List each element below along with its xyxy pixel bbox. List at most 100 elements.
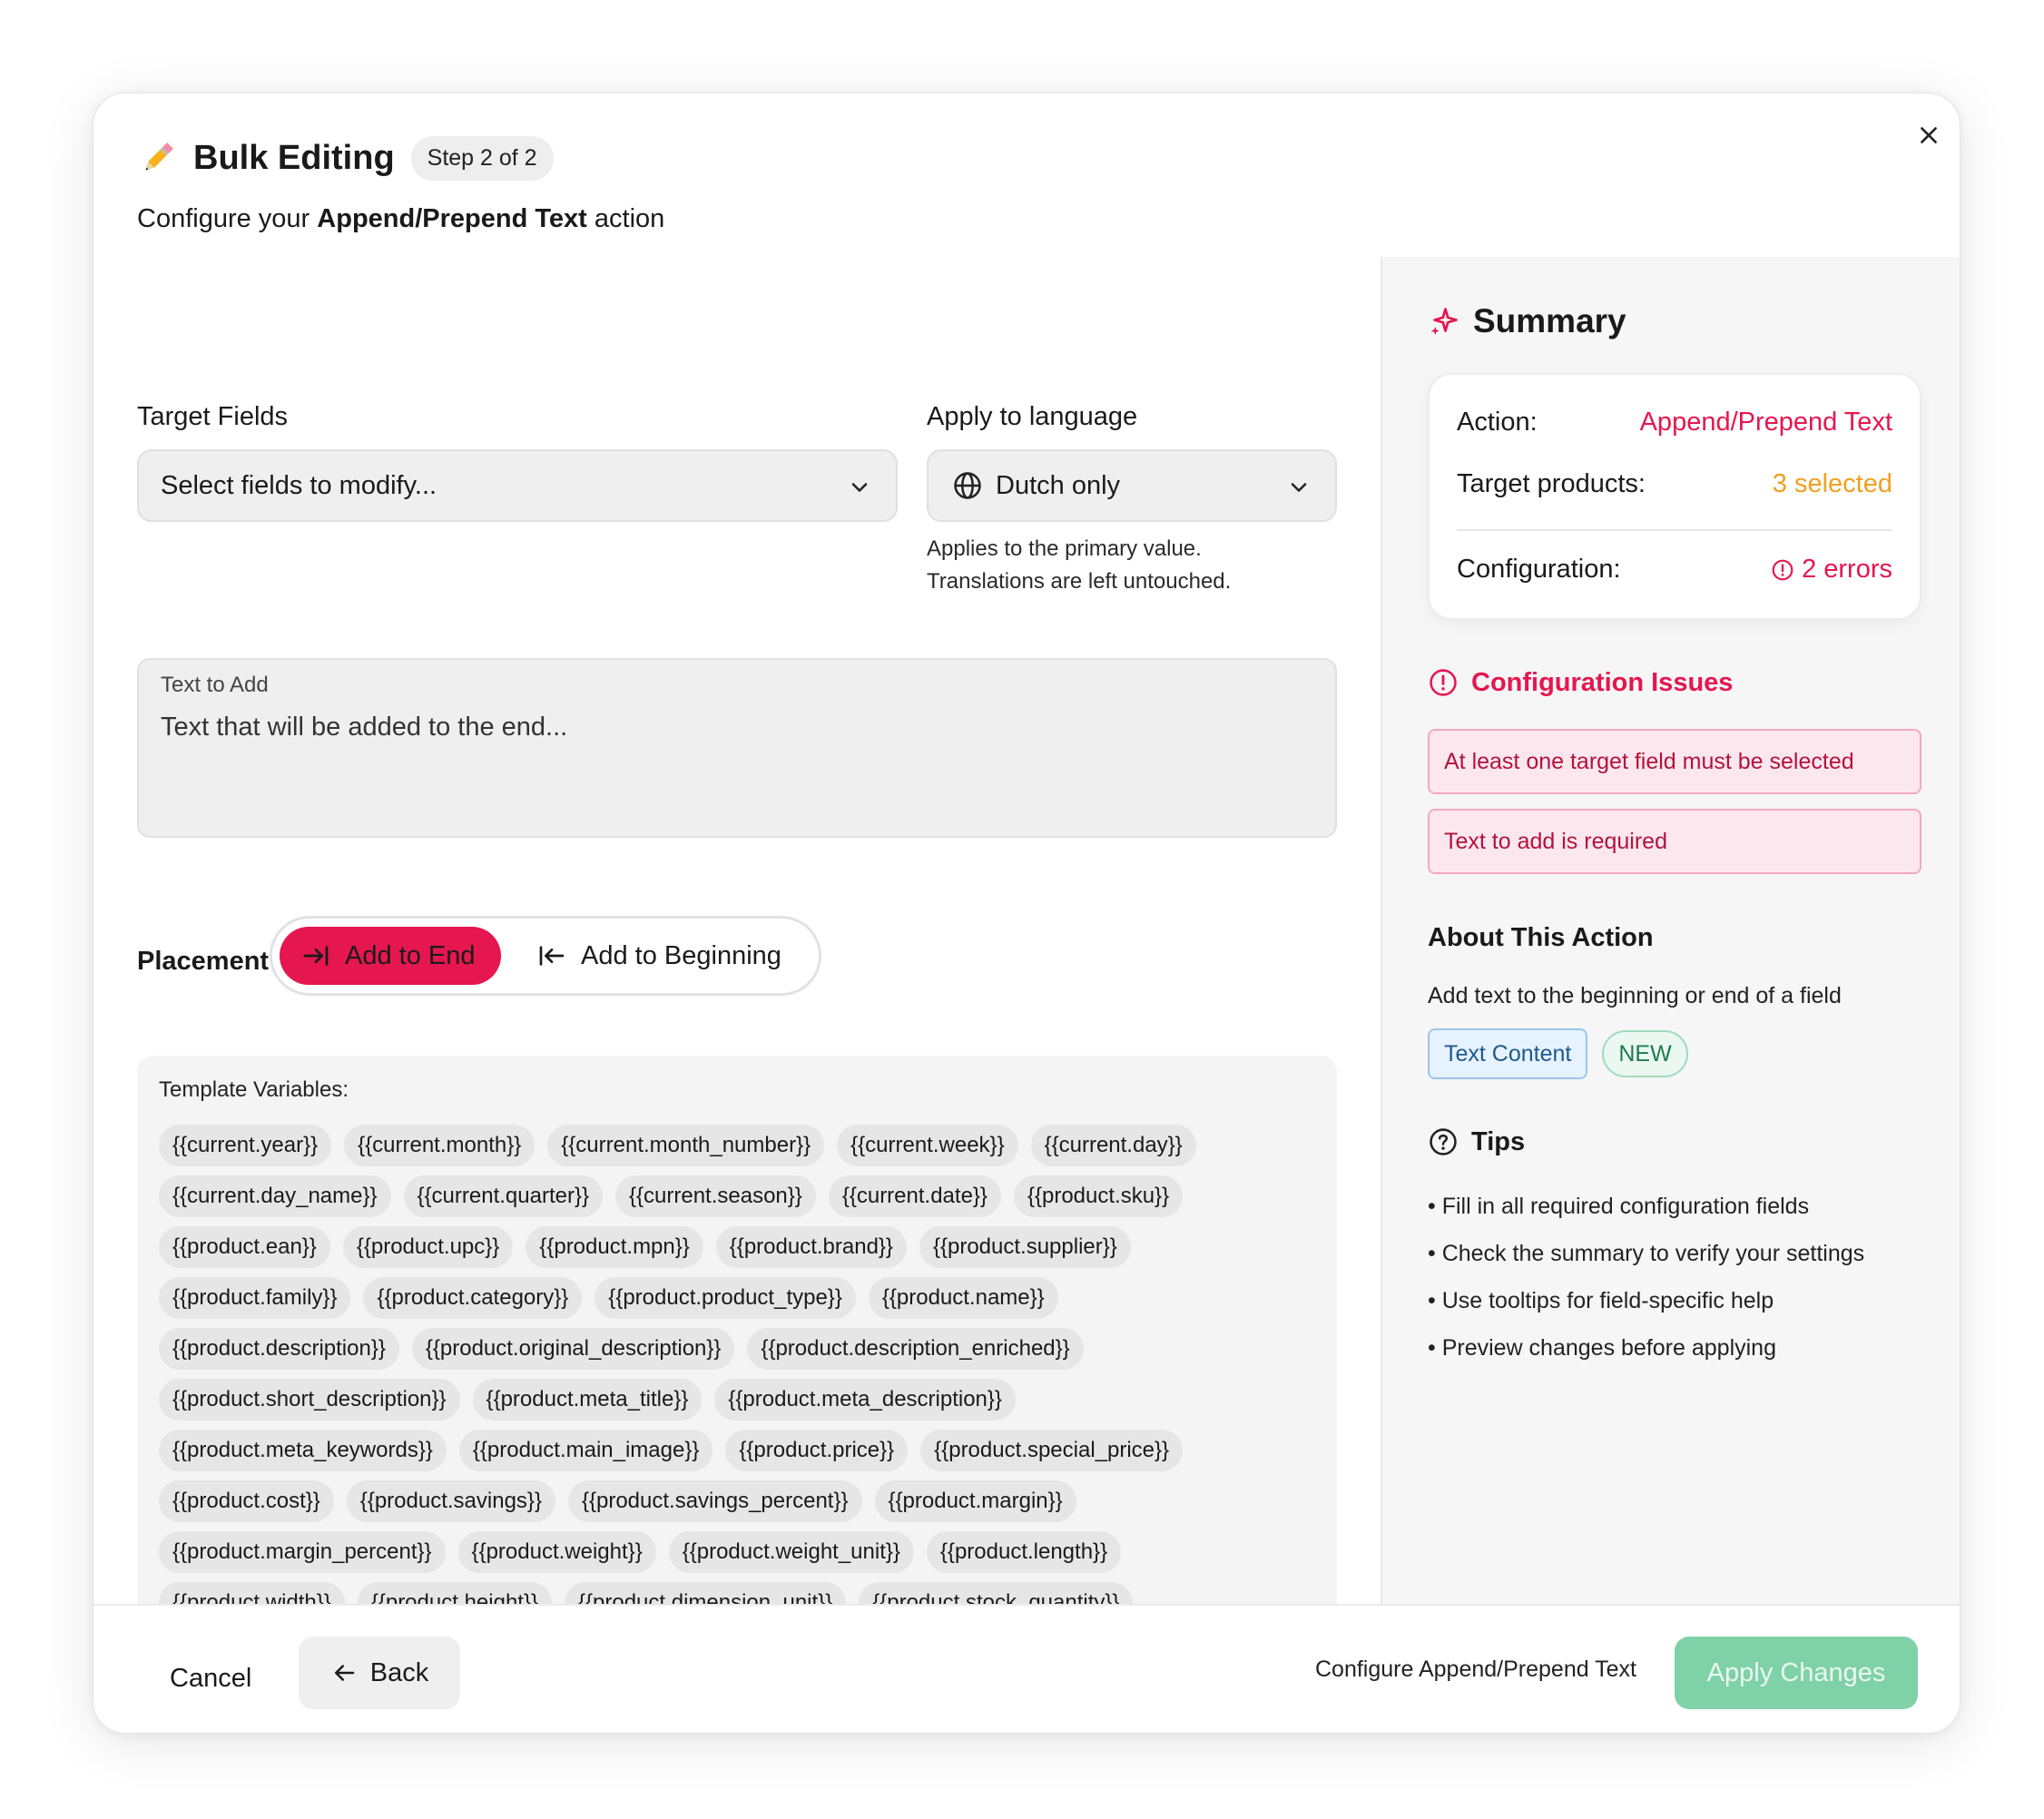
template-variable-chip[interactable]: {{product.product_type}}: [595, 1277, 856, 1319]
tip-item: • Use tooltips for field-specific help: [1428, 1288, 1774, 1313]
alert-circle-icon: [1772, 559, 1793, 580]
template-variable-chip[interactable]: {{product.description_enriched}}: [747, 1328, 1084, 1370]
placement-toggle: Add to End Add to Beginning: [270, 916, 821, 996]
template-variable-chip[interactable]: {{current.day}}: [1030, 1125, 1196, 1166]
alert-circle-icon: [1430, 669, 1457, 696]
summary-heading: Summary: [1428, 302, 1626, 340]
template-variable-chip[interactable]: {{product.meta_keywords}}: [159, 1430, 447, 1471]
summary-row-config: Configuration: 2 errors: [1457, 555, 1892, 585]
template-variable-chip[interactable]: {{product.meta_title}}: [472, 1379, 703, 1421]
template-variable-chip[interactable]: {{product.savings_percent}}: [567, 1480, 862, 1522]
template-variable-chip[interactable]: {{product.main_image}}: [458, 1430, 713, 1471]
summary-products-label: Target products:: [1457, 469, 1646, 498]
modal-header: Bulk Editing Step 2 of 2 Configure your …: [137, 128, 1408, 234]
template-variable-chip[interactable]: {{product.special_price}}: [920, 1430, 1184, 1471]
template-variable-chip[interactable]: {{product.price}}: [725, 1430, 909, 1471]
template-variable-list: {{current.year}} {{current.month}} {{curre…: [159, 1125, 1315, 1684]
template-variable-chip[interactable]: {{product.margin_percent}}: [159, 1531, 446, 1573]
add-to-beginning-option[interactable]: Add to Beginning: [516, 927, 803, 985]
pencil-icon: [145, 143, 173, 171]
template-variable-chip[interactable]: {{product.upc}}: [342, 1226, 514, 1268]
template-variables-label: Template Variables:: [159, 1077, 349, 1102]
about-description: Add text to the beginning or end of a fi…: [1428, 983, 1842, 1008]
template-variable-chip[interactable]: {{product.description}}: [159, 1328, 399, 1370]
add-to-end-option[interactable]: Add to End: [280, 927, 501, 985]
back-label: Back: [369, 1657, 429, 1687]
template-variable-chip[interactable]: {{product.category}}: [363, 1277, 583, 1319]
config-issues-title: Configuration Issues: [1471, 667, 1734, 697]
summary-config-label: Configuration:: [1457, 555, 1621, 584]
template-variable-chip[interactable]: {{product.original_description}}: [411, 1328, 735, 1370]
template-variable-chip[interactable]: {{product.ean}}: [159, 1226, 330, 1268]
arrow-to-end-icon: [303, 946, 329, 966]
summary-row-products: Target products: 3 selected: [1457, 469, 1892, 499]
template-variable-chip[interactable]: {{product.length}}: [926, 1531, 1122, 1573]
modal-subtitle: Configure your Append/Prepend Text actio…: [137, 204, 1408, 234]
language-select[interactable]: Dutch only: [927, 449, 1337, 522]
template-variable-chip[interactable]: {{product.short_description}}: [159, 1379, 460, 1421]
template-variable-chip[interactable]: {{product.meta_description}}: [714, 1379, 1016, 1421]
template-variable-chip[interactable]: {{current.quarter}}: [403, 1175, 603, 1217]
subtitle-prefix: Configure your: [137, 204, 318, 233]
action-badges: Text Content NEW: [1428, 1028, 1688, 1079]
modal-footer: Cancel Back Configure Append/Prepend Tex…: [93, 1604, 1960, 1733]
back-button[interactable]: Back: [299, 1637, 460, 1709]
target-fields-placeholder: Select fields to modify...: [161, 470, 437, 500]
template-variable-chip[interactable]: {{product.sku}}: [1013, 1175, 1184, 1217]
text-to-add-placeholder: Text that will be added to the end...: [161, 713, 568, 742]
globe-icon: [954, 472, 981, 499]
target-fields-label: Target Fields: [137, 402, 289, 431]
language-value: Dutch only: [996, 470, 1121, 500]
text-to-add-field[interactable]: Text to Add Text that will be added to t…: [137, 658, 1337, 838]
issue-item: At least one target field must be select…: [1428, 729, 1921, 794]
cancel-button[interactable]: Cancel: [144, 1642, 277, 1715]
summary-card: Action: Append/Prepend Text Target produ…: [1428, 373, 1921, 620]
template-variable-chip[interactable]: {{product.weight}}: [457, 1531, 656, 1573]
template-variable-chip[interactable]: {{current.day_name}}: [159, 1175, 391, 1217]
tips-list: • Fill in all required configuration fie…: [1428, 1183, 1864, 1372]
help-circle-icon: [1430, 1128, 1457, 1155]
template-variable-chip[interactable]: {{product.supplier}}: [919, 1226, 1131, 1268]
config-issues-heading: Configuration Issues: [1428, 667, 1733, 698]
language-help-line: Translations are left untouched.: [927, 569, 1232, 594]
close-icon: [1921, 127, 1937, 143]
apply-changes-button[interactable]: Apply Changes: [1675, 1637, 1918, 1709]
footer-hint: Configure Append/Prepend Text: [1315, 1657, 1636, 1682]
sparkle-icon: [1430, 308, 1458, 335]
summary-config-value: 2 errors: [1802, 555, 1892, 584]
template-variable-chip[interactable]: {{current.month_number}}: [547, 1125, 825, 1166]
template-variable-chip[interactable]: {{current.year}}: [159, 1125, 332, 1166]
summary-action-label: Action:: [1457, 408, 1538, 437]
tips-title: Tips: [1471, 1126, 1526, 1156]
template-variable-chip[interactable]: {{product.weight_unit}}: [668, 1531, 914, 1573]
template-variable-chip[interactable]: {{current.month}}: [344, 1125, 536, 1166]
chevron-down-icon: [1291, 483, 1307, 492]
template-variable-chip[interactable]: {{product.cost}}: [159, 1480, 334, 1522]
template-variable-chip[interactable]: {{product.name}}: [868, 1277, 1058, 1319]
tip-item: • Fill in all required configuration fie…: [1428, 1194, 1810, 1219]
template-variable-chip[interactable]: {{product.margin}}: [874, 1480, 1076, 1522]
arrow-left-icon: [334, 1665, 354, 1681]
issue-item: Text to add is required: [1428, 809, 1921, 874]
template-variable-chip[interactable]: {{current.week}}: [837, 1125, 1018, 1166]
modal-title: Bulk Editing: [193, 138, 395, 177]
template-variable-chip[interactable]: {{product.savings}}: [346, 1480, 555, 1522]
language-label: Apply to language: [927, 402, 1138, 431]
subtitle-suffix: action: [586, 204, 665, 233]
category-badge: Text Content: [1428, 1028, 1588, 1079]
bulk-edit-modal: Bulk Editing Step 2 of 2 Configure your …: [93, 93, 1960, 1734]
chevron-down-icon: [851, 483, 868, 492]
close-button[interactable]: [1909, 115, 1949, 155]
template-variable-chip[interactable]: {{product.mpn}}: [526, 1226, 703, 1268]
summary-action-value: Append/Prepend Text: [1639, 408, 1892, 437]
template-variable-chip[interactable]: {{current.season}}: [614, 1175, 816, 1217]
arrow-to-start-icon: [539, 946, 565, 966]
template-variable-chip[interactable]: {{current.date}}: [828, 1175, 1001, 1217]
add-to-beginning-label: Add to Beginning: [581, 940, 781, 970]
step-badge: Step 2 of 2: [410, 135, 554, 181]
template-variable-chip[interactable]: {{product.family}}: [159, 1277, 351, 1319]
template-variable-chip[interactable]: {{product.brand}}: [715, 1226, 907, 1268]
new-badge: NEW: [1602, 1030, 1688, 1077]
language-help-line: Applies to the primary value.: [927, 536, 1202, 561]
target-fields-select[interactable]: Select fields to modify...: [137, 449, 898, 522]
